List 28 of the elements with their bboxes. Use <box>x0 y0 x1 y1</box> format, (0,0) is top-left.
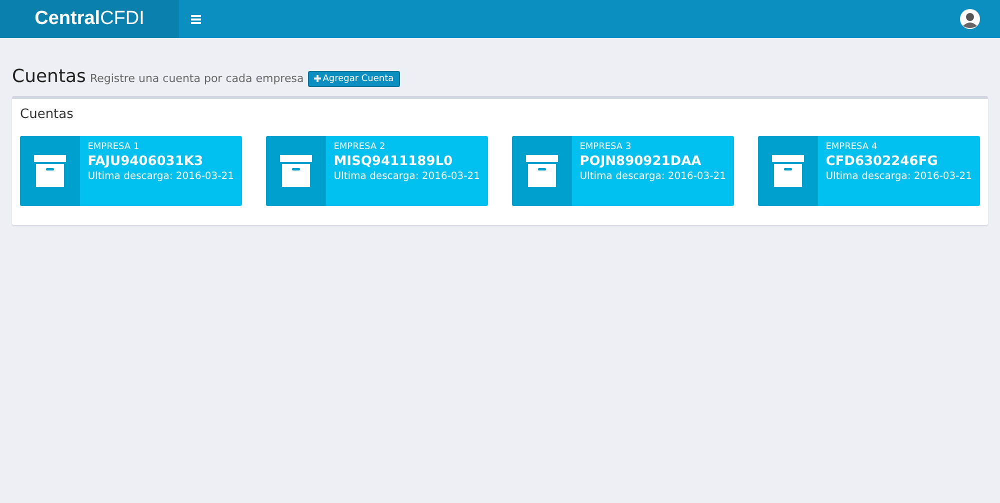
account-rfc: POJN890921DAA <box>580 154 702 169</box>
box-icon <box>280 155 312 187</box>
account-label: EMPRESA 4 <box>826 142 878 152</box>
account-card[interactable]: EMPRESA 1 FAJU9406031K3 Ultima descarga: 2016-03-21 <box>20 136 242 206</box>
logo[interactable]: CentralCFDI <box>0 0 179 38</box>
account-label: EMPRESA 1 <box>88 142 140 152</box>
add-account-button[interactable]: Agregar Cuenta <box>308 70 400 86</box>
panel-title: Cuentas <box>20 107 74 122</box>
avatar-icon[interactable] <box>960 9 980 29</box>
account-card[interactable]: EMPRESA 3 POJN890921DAA Ultima descarga: 2016-03-21 <box>512 136 734 206</box>
account-card[interactable]: EMPRESA 4 CFD6302246FG Ultima descarga: 2016-03-21 <box>758 136 980 206</box>
page-title: Cuentas <box>12 66 86 87</box>
page-subtitle: Registre una cuenta por cada empresa <box>90 72 304 85</box>
box-icon <box>772 155 804 187</box>
box-icon <box>34 155 66 187</box>
account-rfc: MISQ9411189L0 <box>334 154 454 169</box>
account-label: EMPRESA 3 <box>580 142 632 152</box>
account-label: EMPRESA 2 <box>334 142 386 152</box>
last-download: Ultima descarga: 2016-03-21 <box>88 171 234 182</box>
last-download: Ultima descarga: 2016-03-21 <box>334 171 480 182</box>
account-rfc: CFD6302246FG <box>826 154 939 169</box>
account-card[interactable]: EMPRESA 2 MISQ9411189L0 Ultima descarga: 2016-03-21 <box>266 136 488 206</box>
menu-icon <box>191 14 201 24</box>
plus-icon <box>314 75 321 82</box>
last-download: Ultima descarga: 2016-03-21 <box>826 171 972 182</box>
account-rfc: FAJU9406031K3 <box>88 154 204 169</box>
box-icon <box>526 155 558 187</box>
last-download: Ultima descarga: 2016-03-21 <box>580 171 726 182</box>
